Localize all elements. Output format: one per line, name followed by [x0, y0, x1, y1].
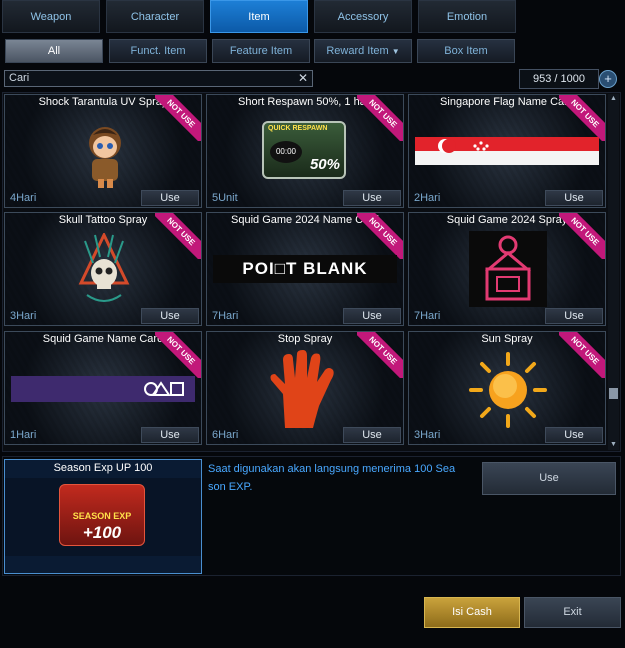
item-duration: 3Hari	[10, 310, 37, 322]
item-card[interactable]: Squid Game Name Card NOT USE 1Hari Use	[4, 331, 202, 445]
item-duration: 5Unit	[212, 192, 238, 204]
not-use-badge: NOT USE	[155, 213, 201, 259]
subtab-all[interactable]: All	[5, 39, 103, 63]
stop-hand-icon	[265, 350, 337, 435]
exit-button[interactable]: Exit	[524, 597, 621, 628]
squid-game-spray-icon	[469, 231, 547, 307]
subtab-reward-item[interactable]: Reward Item ▼	[314, 39, 412, 63]
use-button[interactable]: Use	[343, 427, 401, 443]
percent-label: 50%	[309, 156, 340, 173]
inventory-counter: 953 / 1000	[519, 69, 599, 89]
selected-item-card[interactable]: Season Exp UP 100 SEASON EXP +100	[4, 459, 202, 574]
season-exp-title: SEASON EXP	[72, 511, 132, 521]
scrollbar-thumb[interactable]	[609, 388, 618, 399]
item-duration: 3Hari	[414, 429, 441, 441]
season-exp-icon: SEASON EXP +100	[59, 484, 145, 546]
clear-search-icon[interactable]: ✕	[298, 71, 308, 86]
not-use-badge: NOT USE	[155, 332, 201, 378]
chevron-down-icon: ▼	[391, 47, 400, 56]
item-card[interactable]: Skull Tattoo Spray NOT USE 3Hari Use	[4, 212, 202, 326]
subtab-box-item[interactable]: Box Item	[417, 39, 515, 63]
item-duration: 7Hari	[212, 310, 239, 322]
item-card[interactable]: Stop Spray NOT USE 6Hari Use	[206, 331, 404, 445]
use-button[interactable]: Use	[343, 308, 401, 324]
squid-game-card-icon	[11, 376, 195, 402]
use-button[interactable]: Use	[141, 427, 199, 443]
subtab-funct-item[interactable]: Funct. Item	[109, 39, 207, 63]
item-duration: 7Hari	[414, 310, 441, 322]
point-blank-logo: POI□T BLANK	[213, 255, 397, 283]
quick-respawn-icon: QUICK RESPAWN 00:00 50%	[262, 121, 346, 179]
search-input[interactable]: Cari ✕	[4, 70, 313, 87]
use-button[interactable]: Use	[343, 190, 401, 206]
not-use-badge: NOT USE	[559, 95, 605, 141]
search-value: Cari	[9, 72, 30, 84]
tab-item[interactable]: Item	[210, 0, 308, 33]
not-use-badge: NOT USE	[357, 95, 403, 141]
subtab-feature-item[interactable]: Feature Item	[212, 39, 310, 63]
expand-inventory-icon[interactable]: +	[599, 70, 617, 88]
item-duration: 6Hari	[212, 429, 239, 441]
quick-respawn-label: QUICK RESPAWN	[268, 125, 328, 132]
not-use-badge: NOT USE	[357, 332, 403, 378]
season-exp-value: +100	[82, 523, 122, 542]
not-use-badge: NOT USE	[155, 95, 201, 141]
sun-icon	[469, 352, 547, 433]
selected-item-name: Season Exp UP 100	[53, 462, 153, 474]
use-button[interactable]: Use	[545, 308, 603, 324]
item-duration: 4Hari	[10, 192, 37, 204]
item-duration: 2Hari	[414, 192, 441, 204]
singapore-flag-icon	[415, 137, 599, 170]
tab-weapon[interactable]: Weapon	[2, 0, 100, 33]
item-card[interactable]: Shock Tarantula UV Spray NOT USE 4Hari U…	[4, 94, 202, 208]
timer-label: 00:00	[270, 141, 302, 163]
detail-use-button[interactable]: Use	[482, 462, 616, 495]
use-button[interactable]: Use	[141, 308, 199, 324]
subtab-reward-label: Reward Item	[326, 45, 389, 57]
item-card[interactable]: Sun Spray NOT USE 3Hari Use	[408, 331, 606, 445]
isi-cash-button[interactable]: Isi Cash	[424, 597, 520, 628]
not-use-badge: NOT USE	[357, 213, 403, 259]
item-card[interactable]: Short Respawn 50%, 1 hari NOT USE QUICK …	[206, 94, 404, 208]
not-use-badge: NOT USE	[559, 213, 605, 259]
tab-character[interactable]: Character	[106, 0, 204, 33]
item-card[interactable]: Singapore Flag Name Card NOT USE 2Hari U…	[408, 94, 606, 208]
scroll-up-icon[interactable]: ▲	[608, 94, 619, 104]
item-card[interactable]: Squid Game 2024 Spray NOT USE 7Hari Use	[408, 212, 606, 326]
item-description: Saat digunakan akan langsung menerima 10…	[208, 463, 456, 493]
scroll-down-icon[interactable]: ▼	[608, 440, 619, 450]
not-use-badge: NOT USE	[559, 332, 605, 378]
item-card[interactable]: Squid Game 2024 Name Card NOT USE POI□T …	[206, 212, 404, 326]
use-button[interactable]: Use	[545, 427, 603, 443]
skull-tattoo-icon	[75, 231, 133, 312]
use-button[interactable]: Use	[545, 190, 603, 206]
item-duration: 1Hari	[10, 429, 37, 441]
tab-emotion[interactable]: Emotion	[418, 0, 516, 33]
tab-accessory[interactable]: Accessory	[314, 0, 412, 33]
spray-character-icon	[83, 121, 127, 194]
use-button[interactable]: Use	[141, 190, 199, 206]
